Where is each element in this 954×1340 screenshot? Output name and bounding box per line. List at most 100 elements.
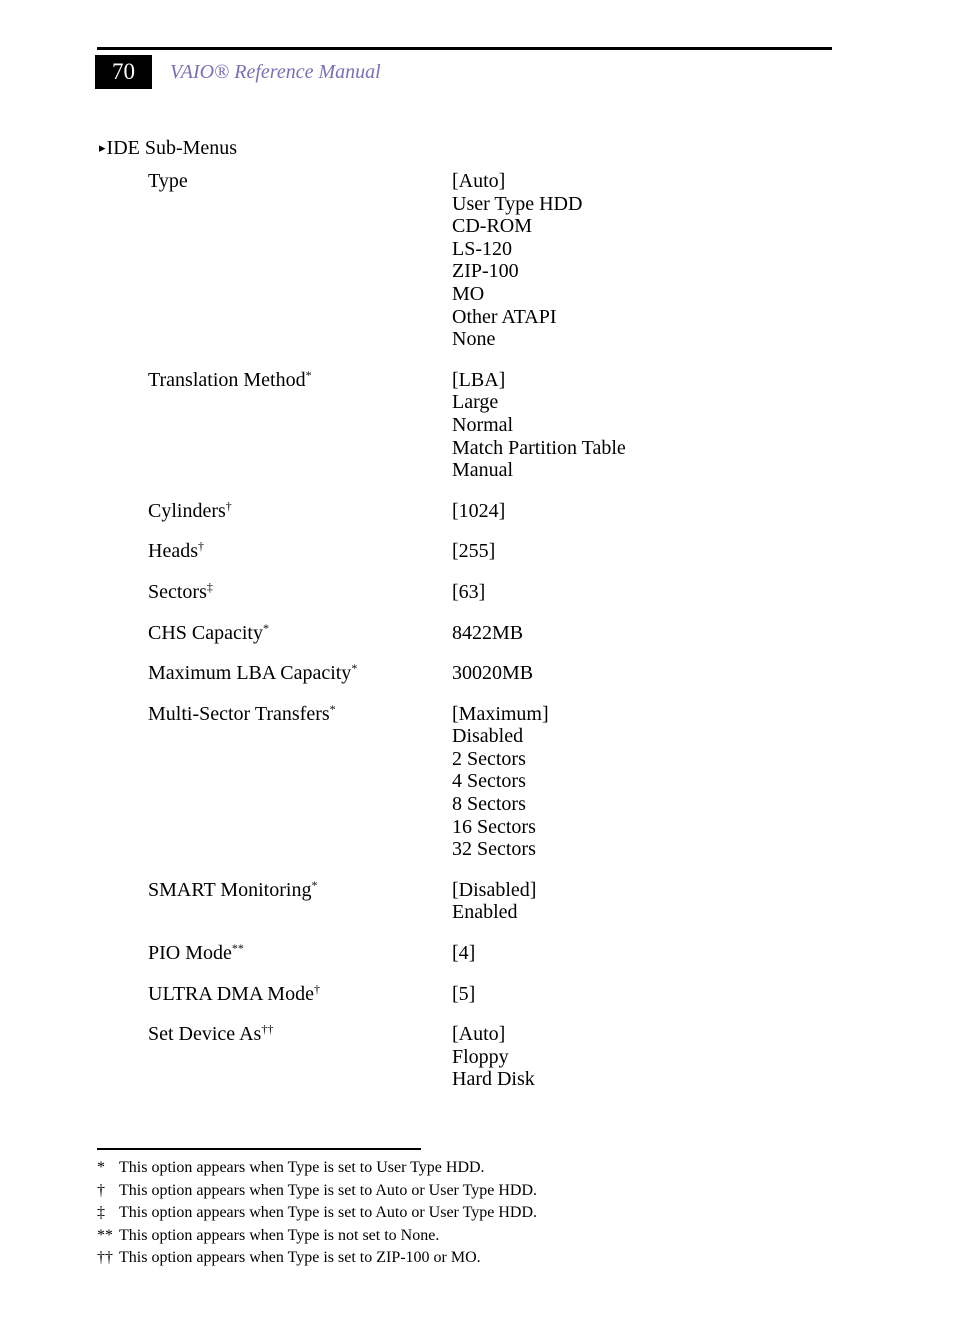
setting-value-options: [LBA] Large Normal Match Partition Table Man… — [452, 369, 848, 482]
setting-row: Type [Auto] User Type HDD CD-ROM LS-120 ZIP-1… — [148, 170, 848, 351]
footnote-list: * This option appears when Type is set to… — [97, 1157, 797, 1270]
setting-value-options: [Disabled] Enabled — [452, 879, 848, 924]
setting-selected-value: [Auto] — [452, 170, 506, 192]
footnote-row: ‡ This option appears when Type is set to… — [97, 1202, 797, 1225]
footnote-marker: ‡ — [97, 1204, 105, 1221]
setting-option-value: Enabled — [452, 901, 518, 924]
section-heading: ▸IDE Sub-Menus — [99, 136, 237, 160]
footnote-text: This option appears when Type is not set… — [119, 1226, 440, 1244]
setting-label: Set Device As†† — [148, 1023, 452, 1046]
setting-row: Translation Method* [LBA] Large Normal Match… — [148, 369, 848, 482]
setting-selected-value: [Auto] — [452, 1023, 506, 1046]
page-header: 70 VAIO® Reference Manual — [0, 0, 954, 100]
setting-label: Translation Method* — [148, 369, 452, 392]
footnote-divider-rule — [97, 1148, 421, 1150]
setting-option-value: User Type HDD — [452, 192, 583, 215]
setting-option-value: 8 Sectors — [452, 793, 526, 816]
header-divider-rule — [97, 47, 832, 50]
setting-label-text: Translation Method — [148, 368, 306, 391]
ide-submenu-settings-list: Type [Auto] User Type HDD CD-ROM LS-120 ZIP-1… — [148, 170, 848, 1109]
setting-row: Cylinders† [1024] — [148, 500, 848, 523]
footnote-marker-ref: ** — [231, 941, 244, 956]
setting-row: PIO Mode** [4] — [148, 942, 848, 965]
section-heading-label: IDE Sub-Menus — [106, 137, 238, 159]
setting-label: Cylinders† — [148, 500, 452, 523]
setting-value-options: [Maximum] Disabled 2 Sectors 4 Sectors 8 Sec… — [452, 703, 848, 861]
setting-option-value: Disabled — [452, 725, 524, 748]
setting-row: SMART Monitoring* [Disabled] Enabled — [148, 879, 848, 924]
setting-row: Multi-Sector Transfers* [Maximum] Disabled… — [148, 703, 848, 861]
setting-label: SMART Monitoring* — [148, 879, 452, 902]
setting-label-text: PIO Mode — [148, 942, 232, 965]
footnote-marker-ref: * — [351, 661, 358, 676]
setting-value-options: 30020MB — [452, 662, 848, 685]
footnote-text: This option appears when Type is set to … — [119, 1159, 485, 1176]
footnote-text: This option appears when Type is set to … — [119, 1181, 537, 1199]
setting-label-text: Heads — [148, 540, 198, 563]
setting-selected-value: [5] — [452, 982, 476, 1005]
triangle-bullet-icon: ▸ — [99, 140, 106, 155]
setting-option-value: MO — [452, 282, 485, 305]
setting-option-value: Hard Disk — [452, 1068, 535, 1091]
setting-label: PIO Mode** — [148, 942, 452, 965]
setting-label: Heads† — [148, 540, 452, 563]
setting-option-value: Floppy — [452, 1045, 509, 1068]
setting-selected-value: [63] — [452, 580, 486, 603]
setting-selected-value: 30020MB — [452, 662, 534, 685]
setting-label: CHS Capacity* — [148, 622, 452, 645]
footnote-marker-ref: †† — [261, 1022, 274, 1037]
setting-option-value: Match Partition Table — [452, 436, 626, 459]
page-number-badge: 70 — [95, 55, 152, 89]
setting-label-text: Sectors — [148, 580, 207, 603]
footnote-marker-ref: * — [329, 701, 336, 716]
setting-option-value: ZIP-100 — [452, 260, 519, 283]
setting-row: ULTRA DMA Mode† [5] — [148, 983, 848, 1006]
setting-row: Sectors‡ [63] — [148, 581, 848, 604]
setting-label: Multi-Sector Transfers* — [148, 703, 452, 726]
setting-label-text: Maximum LBA Capacity — [148, 662, 352, 685]
setting-option-value: None — [452, 328, 496, 351]
setting-label-text: Set Device As — [148, 1023, 262, 1046]
footnote-marker: * — [97, 1159, 105, 1176]
setting-option-value: Large — [452, 391, 499, 414]
footnote-marker-ref: * — [263, 620, 269, 635]
setting-value-options: [63] — [452, 581, 848, 604]
setting-option-value: Normal — [452, 413, 514, 436]
setting-label-text: SMART Monitoring — [148, 878, 312, 901]
setting-label-text: ULTRA DMA Mode — [148, 982, 314, 1005]
footnote-marker-ref: * — [305, 367, 312, 382]
footnote-marker-ref: † — [197, 539, 204, 554]
setting-option-value: 2 Sectors — [452, 747, 526, 770]
setting-label: Type — [148, 170, 452, 193]
setting-option-value: Other ATAPI — [452, 305, 557, 328]
footnote-marker: †† — [97, 1249, 113, 1266]
footnote-marker-ref: † — [313, 981, 320, 996]
footnote-text: This option appears when Type is set to … — [119, 1204, 537, 1221]
setting-label: Maximum LBA Capacity* — [148, 662, 452, 685]
footnote-marker: ** — [97, 1226, 113, 1244]
setting-selected-value: [4] — [452, 942, 476, 965]
setting-value-options: [Auto] Floppy Hard Disk — [452, 1023, 848, 1091]
setting-option-value: 4 Sectors — [452, 770, 526, 793]
setting-option-value: Manual — [452, 459, 514, 482]
setting-selected-value: [Disabled] — [452, 878, 537, 901]
setting-label: ULTRA DMA Mode† — [148, 983, 452, 1006]
footnotes-section: * This option appears when Type is set to… — [97, 1148, 797, 1270]
setting-selected-value: [255] — [452, 540, 496, 563]
setting-selected-value: [1024] — [452, 499, 506, 522]
setting-option-value: 16 Sectors — [452, 815, 536, 838]
setting-option-value: 32 Sectors — [452, 838, 536, 861]
manual-title: VAIO® Reference Manual — [170, 61, 381, 83]
setting-row: Maximum LBA Capacity* 30020MB — [148, 662, 848, 685]
setting-label-text: Multi-Sector Transfers — [148, 702, 330, 725]
footnote-marker-ref: * — [311, 877, 318, 892]
footnote-row: ** This option appears when Type is not s… — [97, 1225, 797, 1248]
setting-selected-value: [Maximum] — [452, 702, 549, 725]
setting-row: Set Device As†† [Auto] Floppy Hard Disk — [148, 1023, 848, 1091]
setting-value-options: [Auto] User Type HDD CD-ROM LS-120 ZIP-100 MO… — [452, 170, 848, 351]
setting-row: CHS Capacity* 8422MB — [148, 622, 848, 645]
footnote-row: †† This option appears when Type is set t… — [97, 1247, 797, 1270]
footnote-marker: † — [97, 1181, 105, 1199]
footnote-text: This option appears when Type is set to … — [119, 1249, 481, 1266]
setting-label-text: Cylinders — [148, 499, 226, 522]
